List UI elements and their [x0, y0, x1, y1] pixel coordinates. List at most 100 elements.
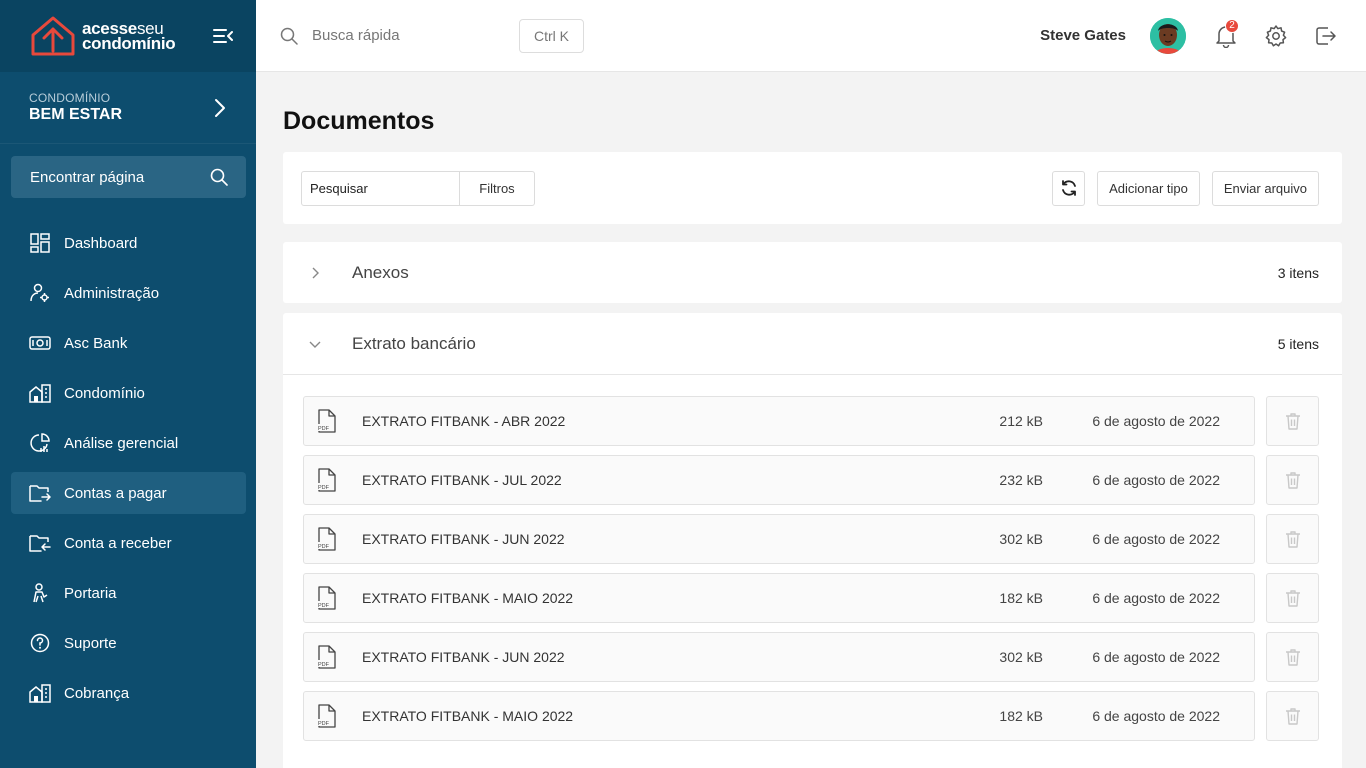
logout-icon: [1316, 26, 1336, 45]
sidebar-item-conta-a-receber[interactable]: Conta a receber: [11, 522, 246, 564]
gear-icon: [1265, 24, 1287, 47]
file-item[interactable]: PDF EXTRATO FITBANK - JUL 2022 232 kB 6 …: [303, 455, 1255, 505]
house-logo-icon: [31, 16, 75, 56]
svg-text:PDF: PDF: [318, 426, 330, 432]
sidebar-item-label: Contas a pagar: [64, 484, 167, 502]
file-date: 6 de agosto de 2022: [1092, 708, 1220, 724]
sidebar-item-label: Conta a receber: [64, 534, 172, 552]
brand-logo[interactable]: acesseseu condomínio: [30, 15, 176, 57]
trash-icon: [1285, 708, 1300, 725]
delete-file-button[interactable]: [1266, 514, 1319, 564]
collapse-menu-icon: [213, 29, 233, 43]
find-page-label: Encontrar página: [30, 168, 145, 186]
settings-button[interactable]: [1262, 22, 1290, 50]
delete-file-button[interactable]: [1266, 632, 1319, 682]
condo-name: BEM ESTAR: [29, 106, 123, 123]
page-title: Documentos: [283, 107, 435, 135]
file-size: 182 kB: [999, 708, 1043, 724]
brand-text: acesseseu condomínio: [82, 20, 176, 52]
document-group-extrato-bancario: Extrato bancário 5 itens PDF EXTRATO FIT…: [283, 313, 1342, 768]
sidebar-item-contas-a-pagar[interactable]: Contas a pagar: [11, 472, 246, 514]
file-name: EXTRATO FITBANK - MAIO 2022: [362, 708, 574, 724]
file-size: 232 kB: [999, 472, 1043, 488]
pdf-file-icon: PDF: [317, 468, 336, 492]
admin-gear-icon: [30, 283, 49, 302]
condo-label: CONDOMÍNIO: [29, 91, 111, 105]
sidebar-item-dashboard[interactable]: Dashboard: [11, 222, 246, 264]
file-item[interactable]: PDF EXTRATO FITBANK - MAIO 2022 182 kB 6…: [303, 573, 1255, 623]
file-item[interactable]: PDF EXTRATO FITBANK - JUN 2022 302 kB 6 …: [303, 632, 1255, 682]
sidebar-item-condominio[interactable]: Condomínio: [11, 372, 246, 414]
group-name: Anexos: [352, 262, 409, 282]
group-header-anexos[interactable]: Anexos 3 itens: [283, 242, 1342, 303]
sidebar-item-cobranca[interactable]: Cobrança: [11, 672, 246, 714]
svg-text:PDF: PDF: [318, 721, 330, 727]
analytics-icon: [30, 433, 50, 452]
group-name: Extrato bancário: [352, 333, 476, 353]
file-item[interactable]: PDF EXTRATO FITBANK - ABR 2022 212 kB 6 …: [303, 396, 1255, 446]
toolbar-actions: Adicionar tipo Enviar arquivo: [1052, 170, 1319, 206]
file-row: PDF EXTRATO FITBANK - JUN 2022 302 kB 6 …: [303, 632, 1319, 682]
collapse-menu-button[interactable]: [212, 26, 234, 46]
logout-button[interactable]: [1312, 22, 1340, 50]
delete-file-button[interactable]: [1266, 573, 1319, 623]
avatar[interactable]: [1150, 17, 1186, 54]
chevron-right-icon: [215, 98, 225, 117]
file-row: PDF EXTRATO FITBANK - ABR 2022 212 kB 6 …: [303, 396, 1319, 446]
pdf-file-icon: PDF: [317, 704, 336, 728]
trash-icon: [1285, 590, 1300, 607]
trash-icon: [1285, 413, 1300, 430]
refresh-icon: [1061, 180, 1076, 196]
refresh-button[interactable]: [1052, 170, 1086, 206]
pdf-file-icon: PDF: [317, 409, 336, 433]
sidebar-item-suporte[interactable]: Suporte: [11, 622, 246, 664]
sidebar-item-label: Dashboard: [64, 234, 138, 252]
folder-out-icon: [29, 485, 51, 502]
file-date: 6 de agosto de 2022: [1092, 590, 1220, 606]
building-icon: [29, 384, 51, 403]
delete-file-button[interactable]: [1266, 691, 1319, 741]
sidebar-item-analise-gerencial[interactable]: Análise gerencial: [11, 422, 246, 464]
file-date: 6 de agosto de 2022: [1092, 531, 1220, 547]
delete-file-button[interactable]: [1266, 455, 1319, 505]
sidebar-item-asc-bank[interactable]: Asc Bank: [11, 322, 246, 364]
sidebar-item-label: Cobrança: [64, 684, 130, 702]
delete-file-button[interactable]: [1266, 396, 1319, 446]
search-shortcut-hint: Ctrl K: [519, 18, 584, 53]
file-size: 182 kB: [999, 590, 1043, 606]
group-header-extrato-bancario[interactable]: Extrato bancário 5 itens: [283, 313, 1342, 374]
bank-icon: [29, 336, 51, 350]
help-icon: [30, 633, 50, 653]
file-name: EXTRATO FITBANK - ABR 2022: [362, 413, 566, 429]
filters-button[interactable]: Filtros: [460, 172, 534, 205]
file-item[interactable]: PDF EXTRATO FITBANK - JUN 2022 302 kB 6 …: [303, 514, 1255, 564]
file-date: 6 de agosto de 2022: [1092, 649, 1220, 665]
file-row: PDF EXTRATO FITBANK - JUN 2022 302 kB 6 …: [303, 514, 1319, 564]
find-page-button[interactable]: Encontrar página: [11, 156, 246, 198]
svg-text:PDF: PDF: [318, 662, 330, 668]
file-list: PDF EXTRATO FITBANK - ABR 2022 212 kB 6 …: [283, 374, 1342, 741]
svg-text:PDF: PDF: [318, 603, 330, 609]
quick-search: [280, 27, 510, 45]
folder-in-icon: [29, 535, 51, 552]
file-row: PDF EXTRATO FITBANK - MAIO 2022 182 kB 6…: [303, 573, 1319, 623]
sidebar-nav: Dashboard Administração Asc Bank Condomí…: [0, 222, 256, 714]
document-search-input[interactable]: [302, 171, 460, 205]
sidebar-item-label: Suporte: [64, 634, 117, 652]
trash-icon: [1285, 531, 1300, 548]
sidebar-item-administracao[interactable]: Administração: [11, 272, 246, 314]
notifications-button[interactable]: 2: [1212, 18, 1240, 50]
quick-search-input[interactable]: [312, 27, 502, 44]
upload-file-button[interactable]: Enviar arquivo: [1211, 170, 1319, 206]
sidebar-item-label: Condomínio: [64, 384, 145, 402]
condominium-selector[interactable]: CONDOMÍNIO BEM ESTAR: [0, 72, 256, 144]
group-count: 3 itens: [1277, 264, 1319, 281]
file-name: EXTRATO FITBANK - JUL 2022: [362, 472, 562, 488]
sidebar-item-label: Portaria: [64, 584, 117, 602]
file-row: PDF EXTRATO FITBANK - JUL 2022 232 kB 6 …: [303, 455, 1319, 505]
add-type-button[interactable]: Adicionar tipo: [1097, 170, 1200, 206]
sidebar-item-portaria[interactable]: Portaria: [11, 572, 246, 614]
document-group-anexos: Anexos 3 itens: [283, 242, 1342, 303]
file-item[interactable]: PDF EXTRATO FITBANK - MAIO 2022 182 kB 6…: [303, 691, 1255, 741]
trash-icon: [1285, 649, 1300, 666]
